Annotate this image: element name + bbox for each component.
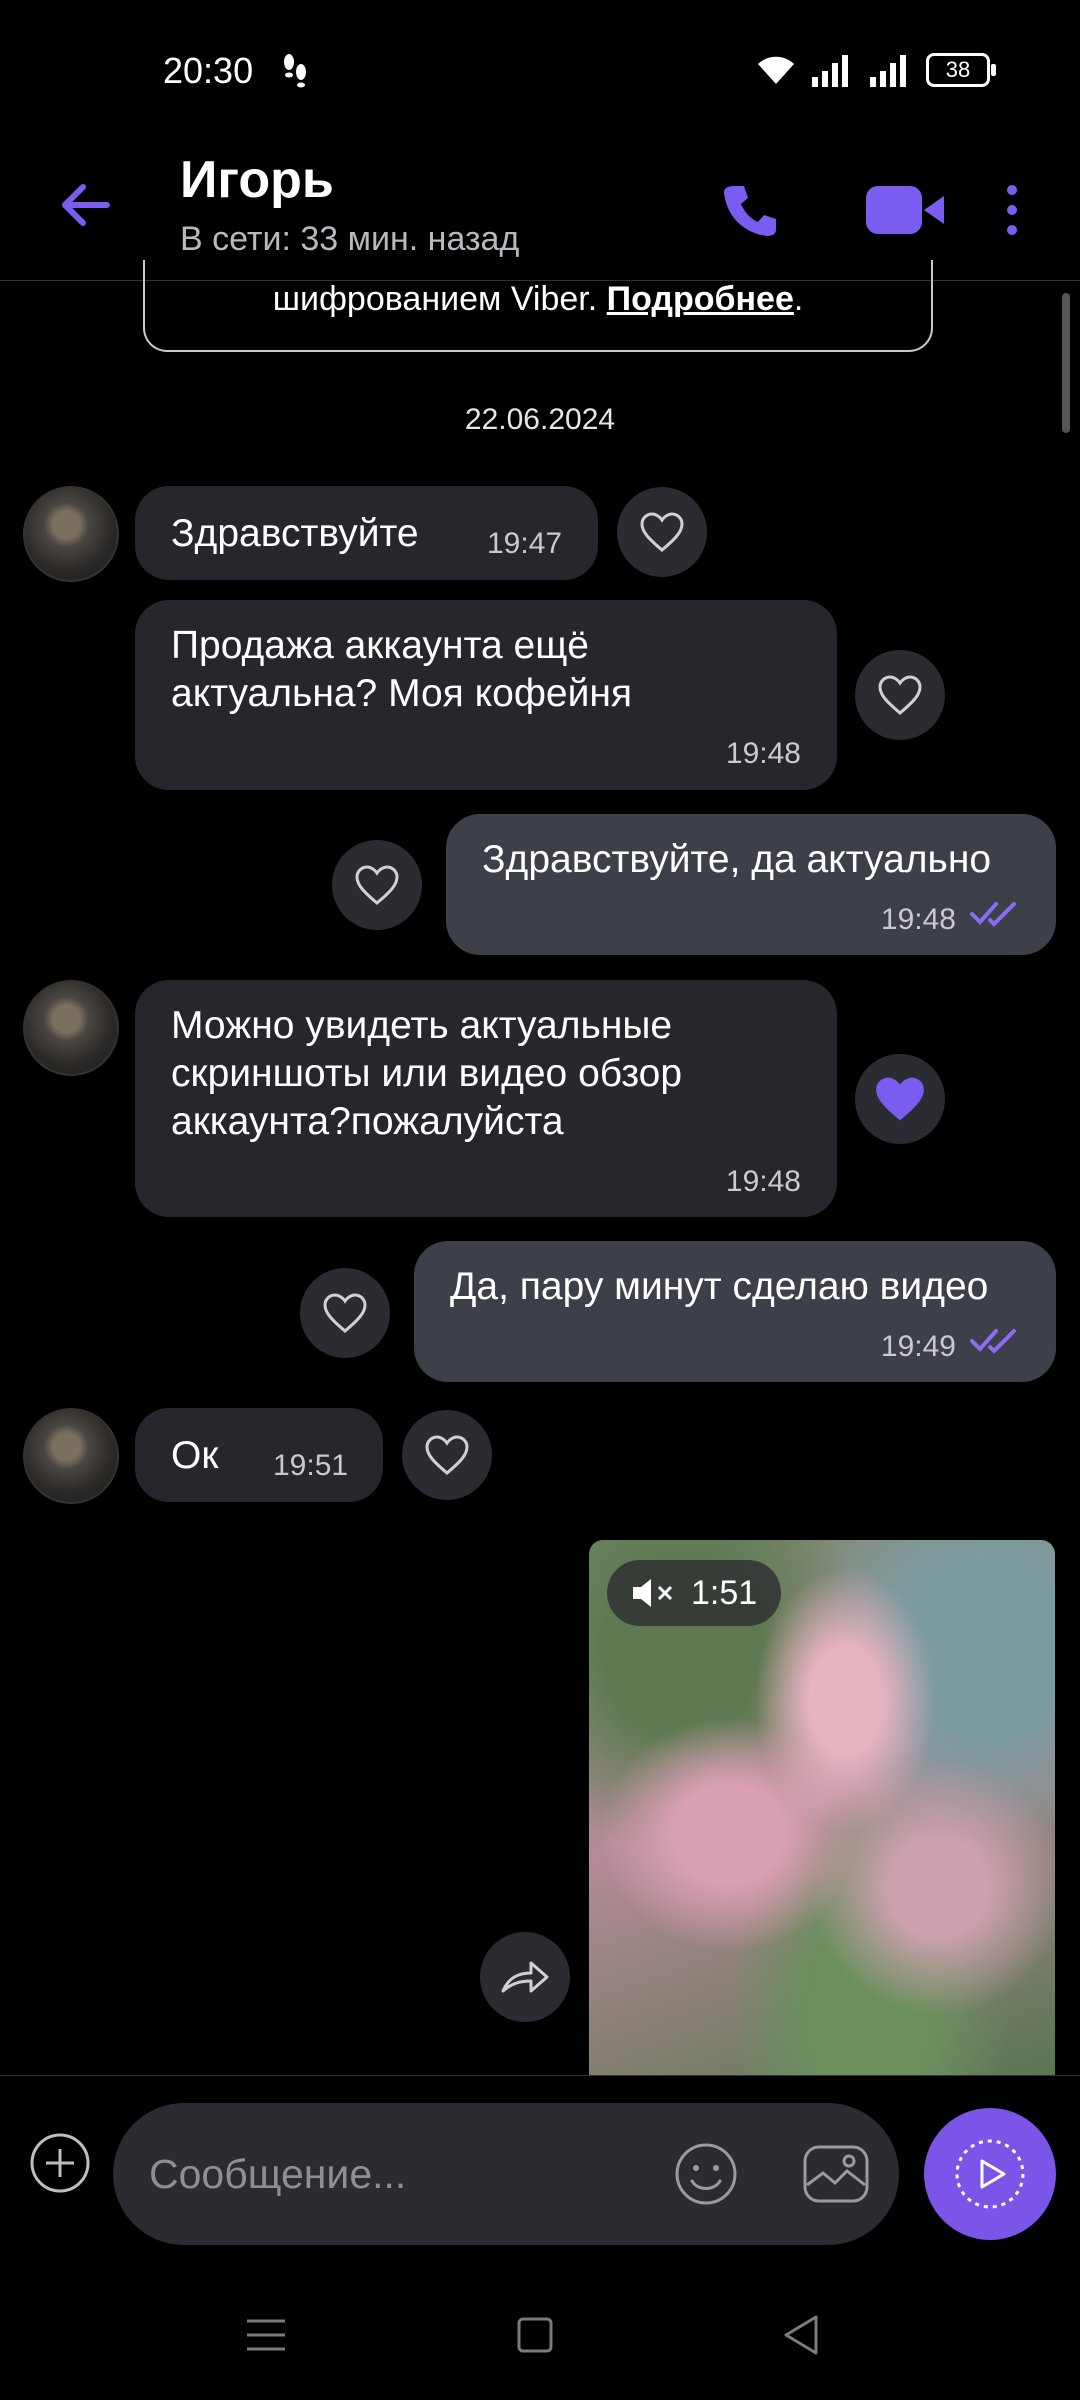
like-heart-icon[interactable] <box>300 1268 390 1358</box>
message-bubble-incoming[interactable]: Ок 19:51 <box>135 1408 383 1502</box>
status-time: 20:30 <box>163 50 254 91</box>
message-time: 19:47 <box>487 527 563 560</box>
signal-icon <box>812 55 848 87</box>
footsteps-icon <box>275 50 315 99</box>
message-bubble-incoming[interactable]: Продажа аккаунта ещё актуальна? Моя кофе… <box>135 600 837 790</box>
avatar[interactable] <box>23 486 119 582</box>
message-bubble-outgoing[interactable]: Да, пару минут сделаю видео 19:49 <box>414 1241 1056 1382</box>
message-text: Здравствуйте, да актуально <box>482 838 992 881</box>
signal-icon <box>870 55 906 87</box>
more-vert-icon[interactable] <box>982 170 1042 250</box>
muted-speaker-icon <box>633 1579 673 1607</box>
message-bubble-incoming[interactable]: Здравствуйте 19:47 <box>135 486 598 580</box>
learn-more-link[interactable]: Подробнее <box>607 280 794 318</box>
plus-icon[interactable] <box>28 2131 92 2195</box>
like-heart-icon[interactable] <box>855 1054 945 1144</box>
back-icon[interactable] <box>780 2313 822 2362</box>
status-bar: 20:30 38 <box>0 0 1080 140</box>
message-time: 19:48 <box>725 737 801 770</box>
video-duration: 1:51 <box>691 1573 758 1612</box>
message-bubble-outgoing[interactable]: Здравствуйте, да актуально 19:48 <box>446 814 1056 955</box>
phone-icon[interactable] <box>710 170 790 250</box>
encryption-end: . <box>793 280 804 318</box>
contact-name[interactable]: Игорь <box>180 150 334 210</box>
video-message[interactable]: 1:51 <box>589 1540 1055 2075</box>
message-input-placeholder: Сообщение... <box>149 2151 407 2197</box>
forward-share-icon[interactable] <box>480 1932 570 2022</box>
back-arrow-icon[interactable] <box>55 175 115 235</box>
message-input[interactable]: Сообщение... <box>113 2103 899 2245</box>
message-text: Да, пару минут сделаю видео <box>450 1265 989 1308</box>
message-bubble-incoming[interactable]: Можно увидеть актуальные скриншоты или в… <box>135 980 837 1217</box>
like-heart-icon[interactable] <box>332 840 422 930</box>
read-checkmark-icon <box>970 1329 1016 1354</box>
system-nav-bar <box>0 2275 1080 2400</box>
message-time: 19:48 <box>880 903 956 936</box>
battery-indicator: 38 <box>926 53 996 87</box>
last-seen-status: В сети: 33 мин. назад <box>180 220 520 258</box>
video-camera-icon[interactable] <box>855 170 955 250</box>
read-checkmark-icon <box>970 902 1016 927</box>
date-separator: 22.06.2024 <box>464 403 616 436</box>
message-text: Ок <box>171 1434 219 1477</box>
encryption-text: шифрованием Viber. <box>272 280 598 318</box>
send-icon[interactable] <box>924 2108 1056 2240</box>
menu-icon[interactable] <box>245 2315 287 2360</box>
like-heart-icon[interactable] <box>402 1410 492 1500</box>
avatar[interactable] <box>23 980 119 1076</box>
home-icon[interactable] <box>515 2315 555 2360</box>
message-text: Продажа аккаунта ещё актуальна? Моя кофе… <box>171 624 633 715</box>
message-time: 19:49 <box>880 1330 956 1363</box>
message-text: Можно увидеть актуальные скриншоты или в… <box>171 1004 683 1143</box>
gallery-icon[interactable] <box>801 2141 871 2207</box>
like-heart-icon[interactable] <box>855 650 945 740</box>
message-text: Здравствуйте <box>171 512 419 555</box>
status-icons: 38 <box>754 52 996 88</box>
avatar[interactable] <box>23 1408 119 1504</box>
emoji-icon[interactable] <box>673 2141 739 2207</box>
message-time: 19:48 <box>725 1165 801 1198</box>
wifi-icon <box>758 56 794 84</box>
like-heart-icon[interactable] <box>617 487 707 577</box>
video-badge: 1:51 <box>607 1560 782 1626</box>
message-input-bar: Сообщение... <box>0 2075 1080 2276</box>
encryption-notice: шифрованием Viber. Подробнее. <box>143 260 933 352</box>
message-time: 19:51 <box>273 1449 349 1482</box>
